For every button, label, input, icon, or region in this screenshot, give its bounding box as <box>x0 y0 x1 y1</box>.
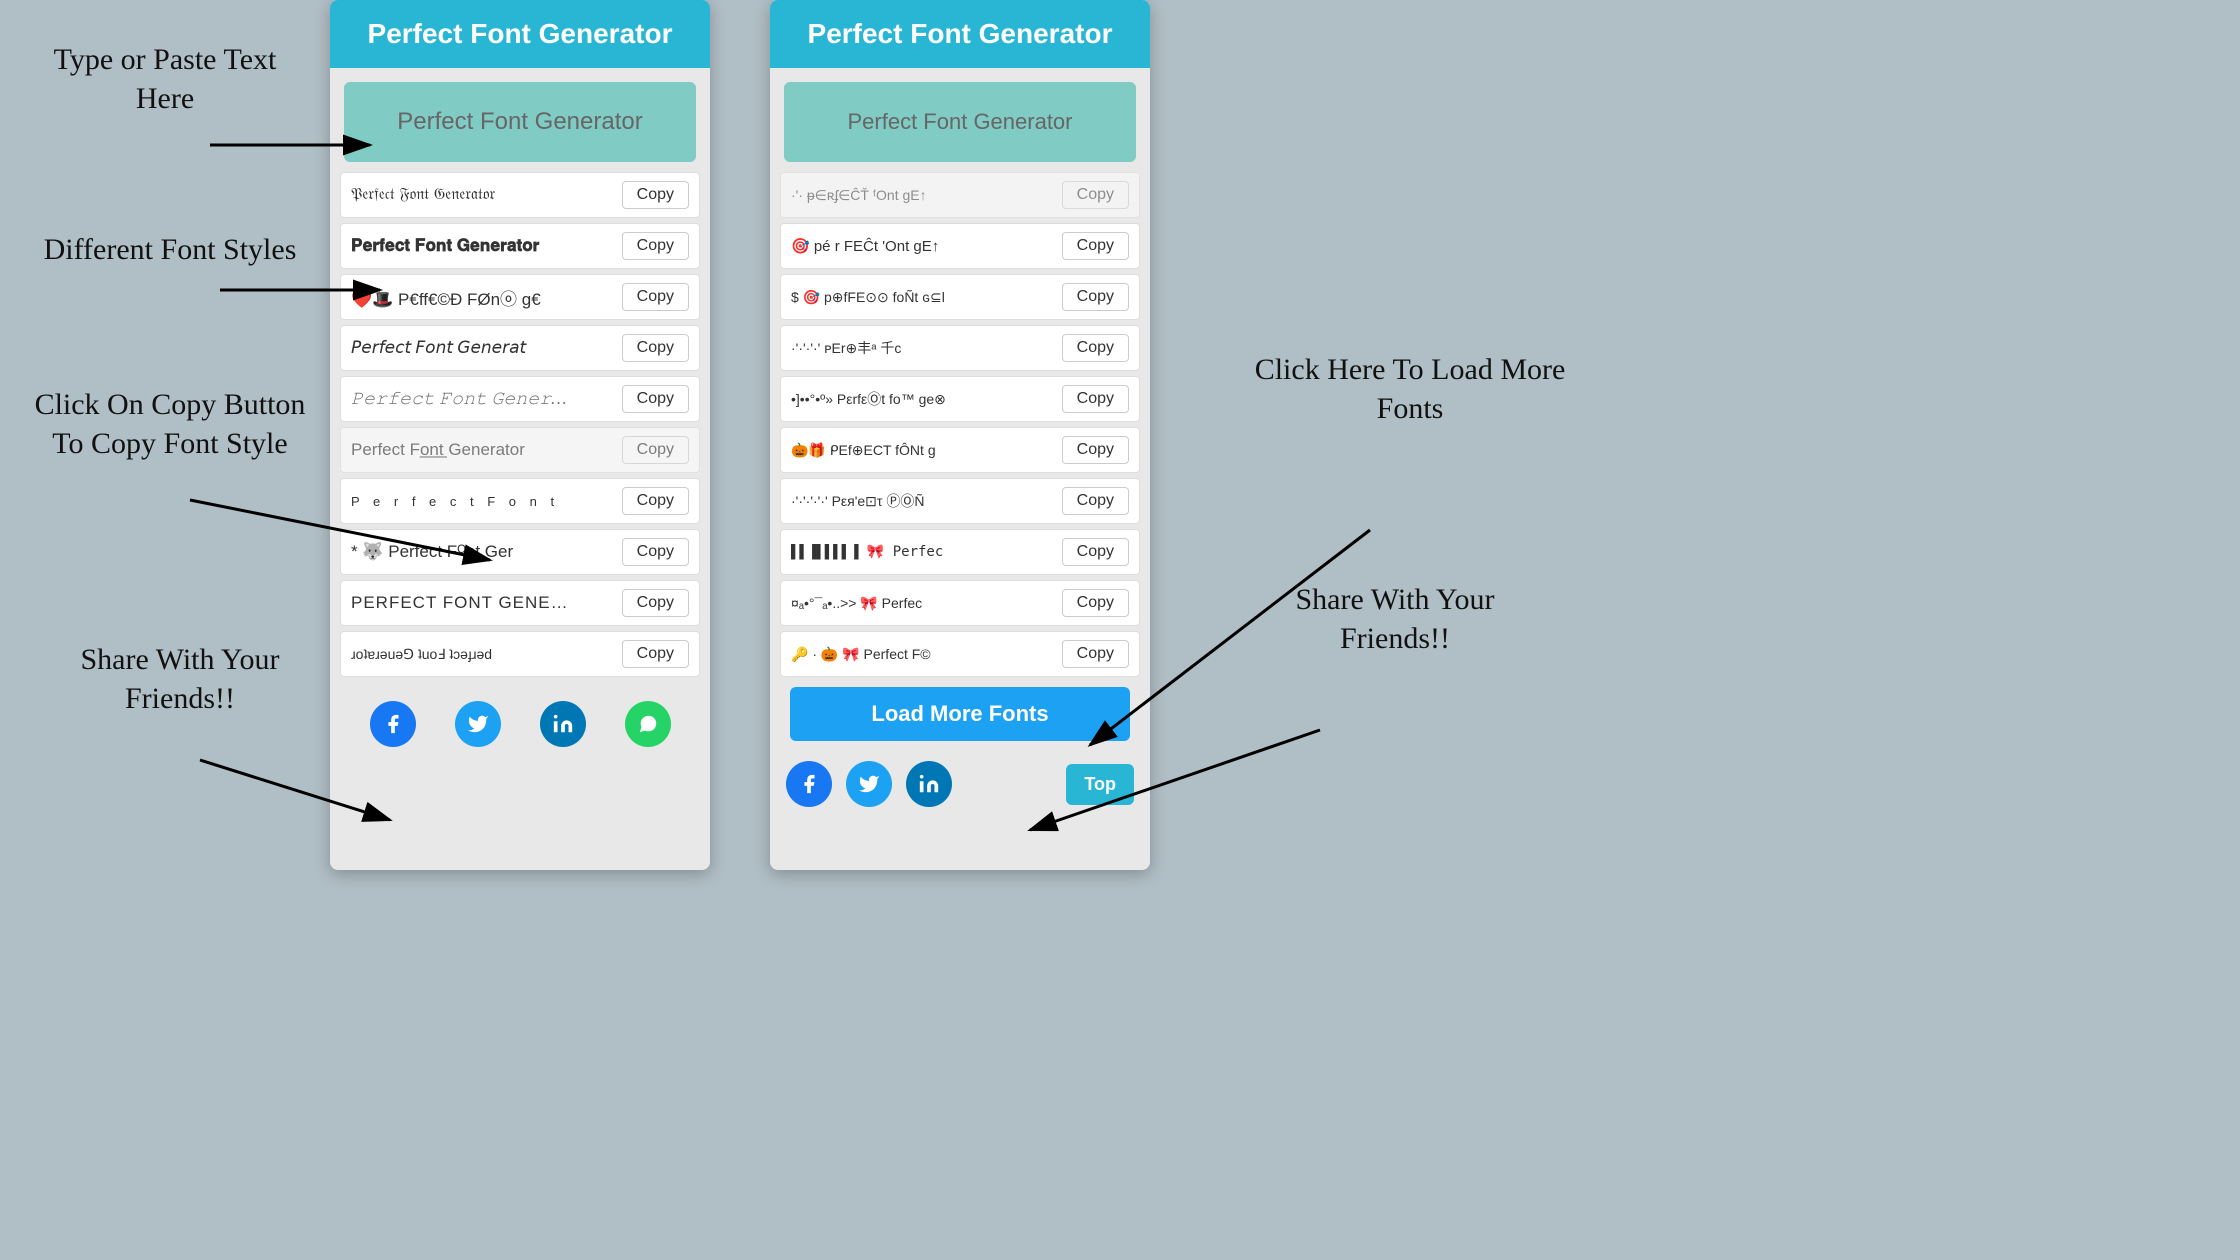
font-text-2: 𝐏𝐞𝐫𝐟𝐞𝐜𝐭 𝐅𝐨𝐧𝐭 𝐆𝐞𝐧𝐞𝐫𝐚𝐭𝐨𝐫 <box>351 236 571 256</box>
copy-btn-7[interactable]: Copy <box>622 487 689 515</box>
font-text-r7: ▌▌▐▌▌▌▌▐ 🎀 Perfec <box>791 544 1011 560</box>
font-row-r0: ·'· ᵽ∈ʀʄ∈ĈŤ ᶠOnt gE↑ Copy <box>780 172 1140 218</box>
font-row-r6: ·'·'·'·'·' Pεя'e⊡τ ⓅⓄÑ Copy <box>780 478 1140 524</box>
font-text-r4: •]••°•º» PεrfεⓄt fo™ ge⊗ <box>791 389 1011 409</box>
font-row-r5: 🎃🎁 ᑭEf⊕ECT fÔNt g Copy <box>780 427 1140 473</box>
font-row-6: Perfect Fo̲n̲t̲ Generator Copy <box>340 427 700 473</box>
text-input-left[interactable]: Perfect Font Generator <box>344 82 696 162</box>
font-row-4: 𝘗𝘦𝘳𝘧𝘦𝘤𝘵 𝘍𝘰𝘯𝘵 𝘎𝘦𝘯𝘦𝘳𝘢𝘵 Copy <box>340 325 700 371</box>
top-button[interactable]: Top <box>1066 764 1134 805</box>
copy-btn-r5[interactable]: Copy <box>1062 436 1129 464</box>
annotation-copy: Click On Copy Button To Copy Font Style <box>25 385 315 463</box>
font-row-r3: ·'·'·'·' ᴘEr⊕丰ᵃ 千c Copy <box>780 325 1140 371</box>
font-row-1: 𝔓𝔢𝔯𝔣𝔢𝔠𝔱 𝔉𝔬𝔫𝔱 𝔊𝔢𝔫𝔢𝔯𝔞𝔱𝔬𝔯 Copy <box>340 172 700 218</box>
phone-panel-right: Perfect Font Generator Perfect Font Gene… <box>770 0 1150 870</box>
whatsapp-btn-left[interactable] <box>625 701 671 747</box>
annotation-share-left: Share With Your Friends!! <box>50 640 310 718</box>
copy-btn-r1[interactable]: Copy <box>1062 232 1129 260</box>
copy-btn-3[interactable]: Copy <box>622 283 689 311</box>
copy-btn-r7[interactable]: Copy <box>1062 538 1129 566</box>
copy-btn-r9[interactable]: Copy <box>1062 640 1129 668</box>
font-row-10: ɹoʇɐɹǝuǝ⅁ ʇuoℲ ʇɔǝɟɹǝd Copy <box>340 631 700 677</box>
font-row-7: P e r f e c t F o n t Copy <box>340 478 700 524</box>
copy-btn-1[interactable]: Copy <box>622 181 689 209</box>
font-text-r8: ¤ₐ•°¯ₐ•..>> 🎀 Perfec <box>791 595 1011 612</box>
font-text-10: ɹoʇɐɹǝuǝ⅁ ʇuoℲ ʇɔǝɟɹǝd <box>351 646 571 663</box>
font-text-6: Perfect Fo̲n̲t̲ Generator <box>351 440 571 460</box>
font-text-r0: ·'· ᵽ∈ʀʄ∈ĈŤ ᶠOnt gE↑ <box>791 187 1011 204</box>
font-text-4: 𝘗𝘦𝘳𝘧𝘦𝘤𝘵 𝘍𝘰𝘯𝘵 𝘎𝘦𝘯𝘦𝘳𝘢𝘵 <box>351 338 571 358</box>
font-text-r9: 🔑 · 🎃 🎀 Perfect F© <box>791 646 1011 663</box>
annotation-share-right: Share With Your Friends!! <box>1245 580 1545 658</box>
panel-left-header: Perfect Font Generator <box>330 0 710 68</box>
phone-panel-left: Perfect Font Generator Perfect Font Gene… <box>330 0 710 870</box>
social-bar-left <box>330 687 710 761</box>
font-text-r3: ·'·'·'·' ᴘEr⊕丰ᵃ 千c <box>791 338 1011 358</box>
font-row-5: 𝙿𝚎𝚛𝚏𝚎𝚌𝚝 𝙵𝚘𝚗𝚝 𝙶𝚎𝚗𝚎𝚛𝚊𝚝𝚘 Copy <box>340 376 700 422</box>
font-row-2: 𝐏𝐞𝐫𝐟𝐞𝐜𝐭 𝐅𝐨𝐧𝐭 𝐆𝐞𝐧𝐞𝐫𝐚𝐭𝐨𝐫 Copy <box>340 223 700 269</box>
font-text-1: 𝔓𝔢𝔯𝔣𝔢𝔠𝔱 𝔉𝔬𝔫𝔱 𝔊𝔢𝔫𝔢𝔯𝔞𝔱𝔬𝔯 <box>351 186 571 204</box>
facebook-btn-left[interactable] <box>370 701 416 747</box>
font-text-5: 𝙿𝚎𝚛𝚏𝚎𝚌𝚝 𝙵𝚘𝚗𝚝 𝙶𝚎𝚗𝚎𝚛𝚊𝚝𝚘 <box>351 389 571 409</box>
twitter-btn-right[interactable] <box>846 761 892 807</box>
annotation-load: Click Here To Load More Fonts <box>1250 350 1570 428</box>
font-text-r1: 🎯 pé r FEĈt 'Ont gE↑ <box>791 237 1011 255</box>
font-text-7: P e r f e c t F o n t <box>351 494 571 509</box>
copy-btn-r0[interactable]: Copy <box>1062 181 1129 209</box>
font-row-r9: 🔑 · 🎃 🎀 Perfect F© Copy <box>780 631 1140 677</box>
copy-btn-4[interactable]: Copy <box>622 334 689 362</box>
font-row-r8: ¤ₐ•°¯ₐ•..>> 🎀 Perfec Copy <box>780 580 1140 626</box>
linkedin-btn-right[interactable] <box>906 761 952 807</box>
copy-btn-9[interactable]: Copy <box>622 589 689 617</box>
font-row-9: PERFECT FONT GENERATOR Copy <box>340 580 700 626</box>
annotation-type: Type or Paste Text Here <box>30 40 300 118</box>
font-text-r6: ·'·'·'·'·' Pεя'e⊡τ ⓅⓄÑ <box>791 491 1011 511</box>
font-text-r2: $ 🎯 p⊕fFE⊙⊙ foÑt ɢ⊆l <box>791 289 1011 306</box>
font-row-r1: 🎯 pé r FEĈt 'Ont gE↑ Copy <box>780 223 1140 269</box>
font-text-9: PERFECT FONT GENERATOR <box>351 593 571 613</box>
font-text-8: * 🐺 Perfect Fᴼnt Ger <box>351 542 571 562</box>
text-input-right[interactable]: Perfect Font Generator <box>784 82 1136 162</box>
panel-right-header: Perfect Font Generator <box>770 0 1150 68</box>
copy-btn-r2[interactable]: Copy <box>1062 283 1129 311</box>
font-text-r5: 🎃🎁 ᑭEf⊕ECT fÔNt g <box>791 442 1011 459</box>
font-text-3: ❤️🎩 P€ff€©Ð FØnⓞ g€ <box>351 285 571 310</box>
copy-btn-5[interactable]: Copy <box>622 385 689 413</box>
font-row-r4: •]••°•º» PεrfεⓄt fo™ ge⊗ Copy <box>780 376 1140 422</box>
copy-btn-r4[interactable]: Copy <box>1062 385 1129 413</box>
copy-btn-8[interactable]: Copy <box>622 538 689 566</box>
font-row-r2: $ 🎯 p⊕fFE⊙⊙ foÑt ɢ⊆l Copy <box>780 274 1140 320</box>
twitter-btn-left[interactable] <box>455 701 501 747</box>
annotation-styles: Different Font Styles <box>40 230 300 269</box>
facebook-btn-right[interactable] <box>786 761 832 807</box>
copy-btn-r8[interactable]: Copy <box>1062 589 1129 617</box>
panel-bottom-bar-right: Top <box>770 751 1150 817</box>
load-more-btn[interactable]: Load More Fonts <box>790 687 1130 741</box>
font-row-8: * 🐺 Perfect Fᴼnt Ger Copy <box>340 529 700 575</box>
font-row-r7: ▌▌▐▌▌▌▌▐ 🎀 Perfec Copy <box>780 529 1140 575</box>
copy-btn-r6[interactable]: Copy <box>1062 487 1129 515</box>
linkedin-btn-left[interactable] <box>540 701 586 747</box>
copy-btn-r3[interactable]: Copy <box>1062 334 1129 362</box>
copy-btn-2[interactable]: Copy <box>622 232 689 260</box>
copy-btn-6[interactable]: Copy <box>622 436 689 464</box>
font-row-3: ❤️🎩 P€ff€©Ð FØnⓞ g€ Copy <box>340 274 700 320</box>
copy-btn-10[interactable]: Copy <box>622 640 689 668</box>
